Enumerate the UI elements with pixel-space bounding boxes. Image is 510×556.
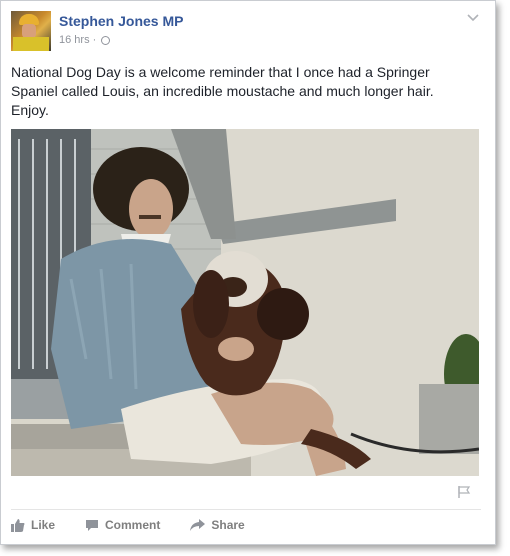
speech-bubble-icon — [86, 519, 99, 531]
avatar-face — [22, 24, 36, 38]
author-avatar[interactable] — [11, 11, 51, 51]
post-card: Stephen Jones MP 16 hrs · National Dog D… — [0, 0, 496, 545]
globe-icon — [101, 35, 111, 45]
author-name[interactable]: Stephen Jones MP — [59, 13, 183, 29]
action-bar: Like Comment Share — [11, 509, 481, 540]
like-label: Like — [31, 518, 56, 532]
post-text: National Dog Day is a welcome reminder t… — [11, 64, 434, 118]
comment-label: Comment — [105, 518, 161, 532]
chevron-down-icon[interactable] — [467, 13, 479, 23]
post-photo-image — [11, 129, 479, 476]
share-button[interactable]: Share — [190, 518, 245, 532]
share-arrow-icon — [190, 519, 206, 531]
meta-separator: · — [92, 34, 97, 46]
post-photo[interactable] — [11, 129, 479, 476]
avatar-jacket — [13, 37, 49, 51]
flag-icon[interactable] — [457, 485, 471, 499]
share-label: Share — [211, 518, 245, 532]
comment-button[interactable]: Comment — [85, 518, 160, 532]
thumbs-up-icon — [11, 518, 25, 532]
like-button[interactable]: Like — [11, 518, 55, 532]
post-timestamp[interactable]: 16 hrs — [59, 34, 90, 46]
post-meta: 16 hrs · — [59, 34, 111, 46]
